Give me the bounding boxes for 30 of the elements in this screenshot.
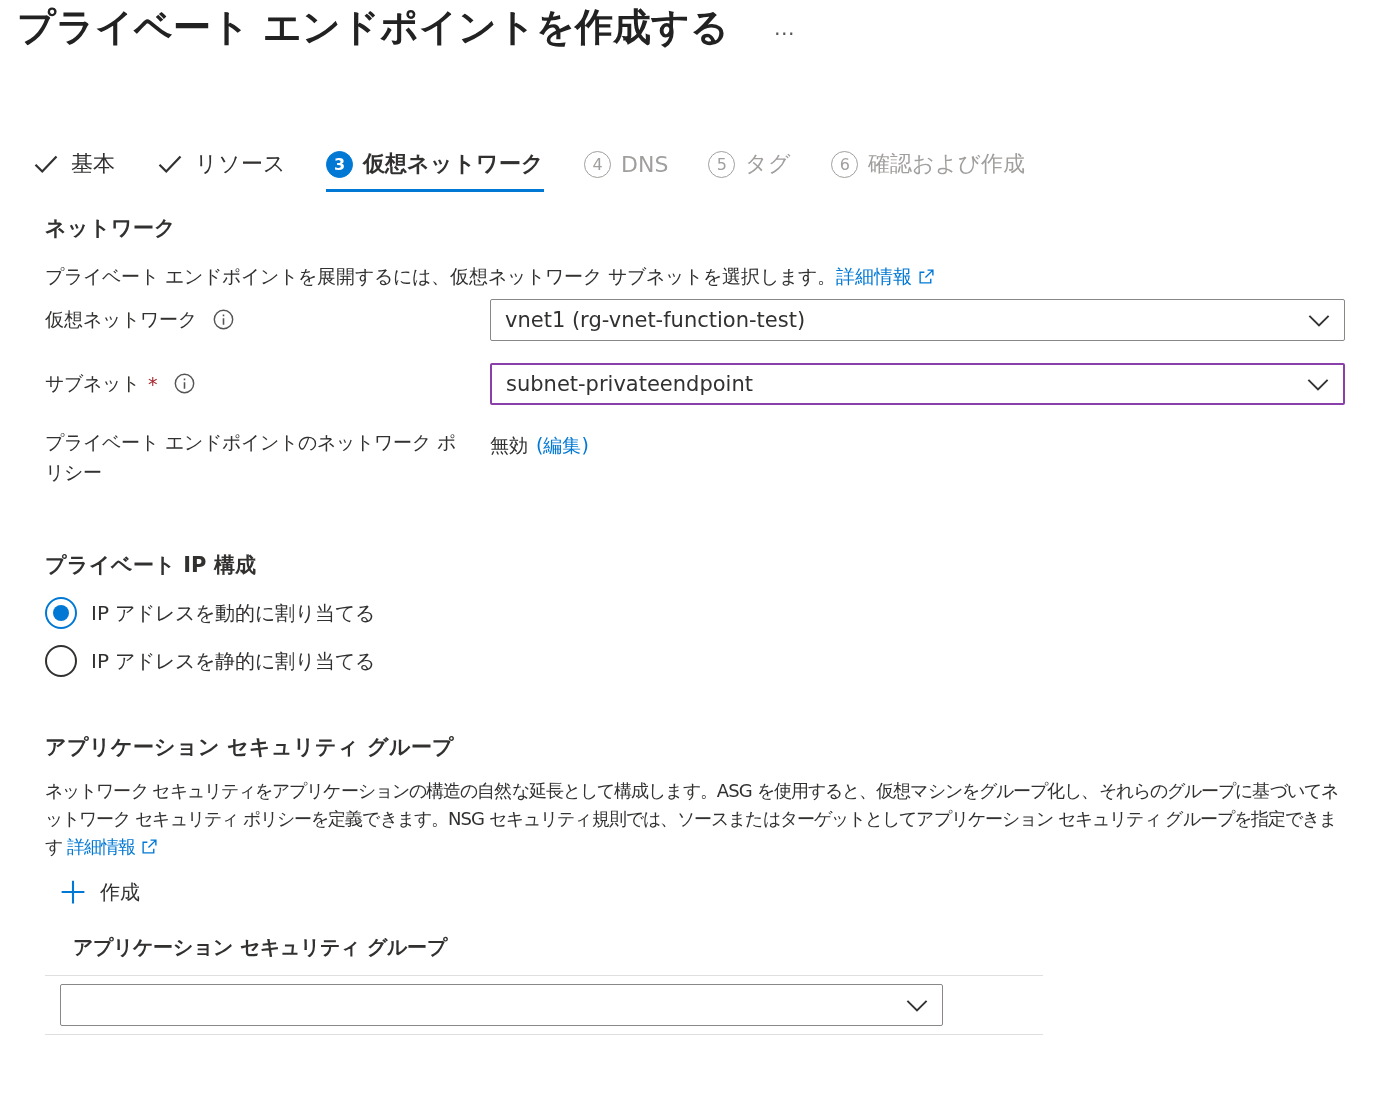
field-value: 無効 [490,432,528,458]
wizard-tab[interactable]: 基本 [31,149,115,192]
column-header: アプリケーション セキュリティ グループ [45,933,1043,976]
section-heading: アプリケーション セキュリティ グループ [45,734,455,762]
info-icon [213,309,234,330]
required-asterisk: * [148,372,158,395]
external-link-icon[interactable] [141,838,159,856]
page-title: プライベート エンドポイントを作成する [17,4,730,51]
field-label: サブネット [45,370,140,396]
dropdown-field[interactable]: subnet-privateendpoint [490,362,1345,405]
section-heading: プライベート IP 構成 [45,552,257,580]
field-label: プライベート エンドポイントのネットワーク ポリシー [45,429,458,485]
wizard-tab[interactable]: 3 仮想ネットワーク [326,149,544,192]
description-text: プライベート エンドポイントを展開するには、仮想ネットワーク サブネットを選択します。詳細情報 [45,262,1345,291]
description-text: ネットワーク セキュリティをアプリケーションの構造の自然な延長として構成します。ASG を使用すると、仮想マシンをグループ化し、それらのグループに基づいてネットワーク セキュリティ ポリシーを定義できます。NSG セキュリティ規則では、ソースまたはターゲットとしてアプリケーション セキュリティ グループを指定できます 詳細情報 [45,779,1339,860]
field-label: 仮想ネットワーク [45,306,197,332]
learn-more-link[interactable]: 詳細情報 [836,265,936,287]
wizard-tab[interactable]: リソース [155,149,286,192]
radio-option[interactable]: IP アドレスを静的に割り当てる [45,645,1345,678]
dropdown-field[interactable]: vnet1 (rg-vnet-function-test) [490,298,1345,341]
info-icon [173,373,195,394]
external-link-icon[interactable] [918,268,936,285]
create-button[interactable]: 作成 [60,874,140,910]
plus-icon [60,879,86,906]
edit-link[interactable]: (編集) [536,432,589,459]
more-button[interactable]: … [769,14,800,41]
section-heading: ネットワーク [45,215,177,242]
dropdown-field[interactable] [60,983,943,1026]
learn-more-link[interactable]: 詳細情報 [66,836,159,858]
radio-option[interactable]: IP アドレスを動的に割り当てる [45,597,1345,630]
